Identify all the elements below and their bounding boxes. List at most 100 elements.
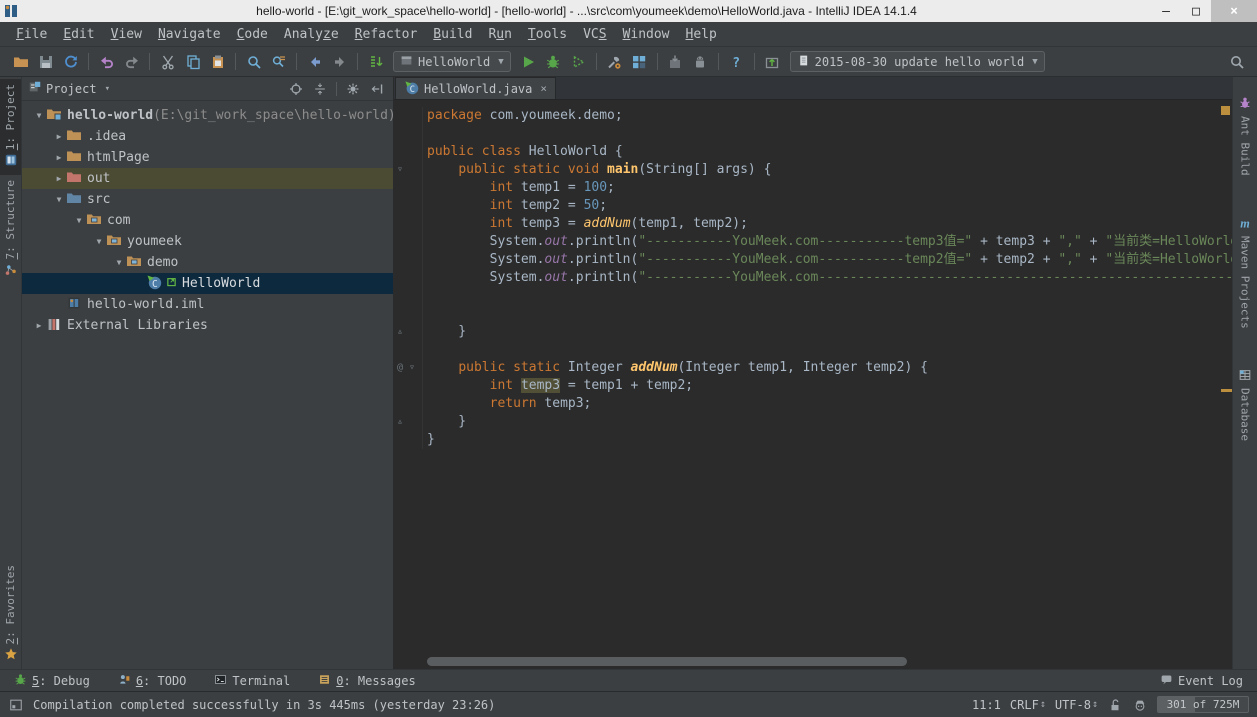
search-everywhere-icon[interactable] xyxy=(1224,49,1249,74)
tree-expanded-arrow[interactable]: ▼ xyxy=(112,258,126,267)
unlock-icon[interactable] xyxy=(1107,697,1123,713)
toolwindow-button-5-debug[interactable]: 5: Debug xyxy=(14,673,90,689)
tree-item-youmeek[interactable]: ▼youmeek xyxy=(22,231,393,252)
stripe-tab-7-structure[interactable]: 7: Structure xyxy=(0,175,21,284)
tree-item-src[interactable]: ▼src xyxy=(22,189,393,210)
editor-gutter[interactable] xyxy=(394,377,423,395)
tab-helloworld-java[interactable]: C HelloWorld.java × xyxy=(395,77,556,99)
editor-gutter[interactable] xyxy=(394,431,423,449)
tree-item-idea[interactable]: ▶.idea xyxy=(22,126,393,147)
project-panel-title[interactable]: Project xyxy=(46,82,97,96)
editor-gutter[interactable] xyxy=(394,107,423,125)
coverage-icon[interactable] xyxy=(566,49,591,74)
editor-gutter[interactable] xyxy=(394,287,423,305)
tree-item-external-libraries[interactable]: ▶External Libraries xyxy=(22,315,393,336)
android-icon[interactable] xyxy=(688,49,713,74)
run-icon[interactable] xyxy=(516,49,541,74)
caret-position-widget[interactable]: 11:1 xyxy=(972,698,1001,712)
stripe-tab-1-project[interactable]: 1: Project xyxy=(0,79,21,175)
horizontal-scrollbar[interactable] xyxy=(427,657,907,666)
menu-refactor[interactable]: Refactor xyxy=(347,24,426,45)
project-view-dropdown-icon[interactable]: ▾ xyxy=(105,84,110,94)
editor-gutter[interactable]: ▵ xyxy=(394,413,423,431)
forward-icon[interactable] xyxy=(327,49,352,74)
tree-item-hello-world[interactable]: ▼hello-world (E:\git_work_space\hello-wo… xyxy=(22,105,393,126)
save-icon[interactable] xyxy=(33,49,58,74)
editor-gutter[interactable] xyxy=(394,179,423,197)
tree-collapsed-arrow[interactable]: ▶ xyxy=(52,174,66,183)
stripe-tab-maven-projects[interactable]: mMaven Projects xyxy=(1233,211,1257,334)
find-icon[interactable] xyxy=(241,49,266,74)
stripe-tab-ant-build[interactable]: Ant Build xyxy=(1233,91,1257,181)
tree-expanded-arrow[interactable]: ▼ xyxy=(32,111,46,120)
vcs-update-icon[interactable] xyxy=(760,49,785,74)
replace-icon[interactable] xyxy=(266,49,291,74)
paste-icon[interactable] xyxy=(205,49,230,74)
editor-gutter[interactable] xyxy=(394,125,423,143)
editor-gutter[interactable] xyxy=(394,395,423,413)
install-icon[interactable] xyxy=(663,49,688,74)
event-log-button[interactable]: Event Log xyxy=(1160,673,1243,689)
tree-collapsed-arrow[interactable]: ▶ xyxy=(32,321,46,330)
error-stripe-mark[interactable] xyxy=(1221,106,1230,115)
close-button[interactable]: × xyxy=(1211,0,1257,22)
run-config-combo[interactable]: HelloWorld▼ xyxy=(393,51,511,72)
toolwindow-toggle-icon[interactable] xyxy=(8,697,24,713)
menu-analyze[interactable]: Analyze xyxy=(276,24,347,45)
tree-item-hello-world-iml[interactable]: hello-world.iml xyxy=(22,294,393,315)
editor-gutter[interactable] xyxy=(394,233,423,251)
tab-close-icon[interactable]: × xyxy=(540,82,547,95)
make-icon[interactable] xyxy=(363,49,388,74)
minimize-button[interactable]: – xyxy=(1151,0,1181,22)
editor-gutter[interactable] xyxy=(394,215,423,233)
copy-icon[interactable] xyxy=(180,49,205,74)
locate-icon[interactable] xyxy=(286,79,306,99)
tree-item-htmlpage[interactable]: ▶htmlPage xyxy=(22,147,393,168)
editor-gutter[interactable]: @ ▿ xyxy=(394,359,423,377)
menu-window[interactable]: Window xyxy=(615,24,678,45)
editor-gutter[interactable] xyxy=(394,341,423,359)
sync-icon[interactable] xyxy=(58,49,83,74)
menu-build[interactable]: Build xyxy=(425,24,480,45)
back-icon[interactable] xyxy=(302,49,327,74)
editor-gutter[interactable] xyxy=(394,143,423,161)
collapse-all-icon[interactable] xyxy=(310,79,330,99)
vcs-message-combo[interactable]: 2015-08-30 update hello world▼ xyxy=(790,51,1045,72)
settings-icon[interactable] xyxy=(602,49,627,74)
menu-help[interactable]: Help xyxy=(678,24,725,45)
memory-indicator[interactable]: 301 of 725M xyxy=(1157,696,1249,713)
highlight-stripe-mark[interactable] xyxy=(1221,389,1232,392)
editor-gutter[interactable] xyxy=(394,197,423,215)
project-structure-icon[interactable] xyxy=(627,49,652,74)
open-folder-icon[interactable] xyxy=(8,49,33,74)
menu-code[interactable]: Code xyxy=(229,24,276,45)
debug-icon[interactable] xyxy=(541,49,566,74)
stripe-tab-2-favorites[interactable]: 2: Favorites xyxy=(0,560,21,669)
gear-icon[interactable] xyxy=(343,79,363,99)
menu-run[interactable]: Run xyxy=(480,24,519,45)
editor-gutter[interactable]: ▿ xyxy=(394,161,423,179)
line-ending-widget[interactable]: CRLF↕ xyxy=(1010,698,1046,712)
menu-view[interactable]: View xyxy=(103,24,150,45)
toolwindow-button-terminal[interactable]: Terminal xyxy=(214,673,290,689)
toolwindow-button-6-todo[interactable]: 6: TODO xyxy=(118,673,187,689)
tree-collapsed-arrow[interactable]: ▶ xyxy=(52,132,66,141)
editor-gutter[interactable] xyxy=(394,305,423,323)
inspector-hector-icon[interactable] xyxy=(1132,697,1148,713)
tree-item-demo[interactable]: ▼demo xyxy=(22,252,393,273)
tree-expanded-arrow[interactable]: ▼ xyxy=(72,216,86,225)
toolwindow-button-0-messages[interactable]: 0: Messages xyxy=(318,673,415,689)
code-editor[interactable]: package com.youmeek.demo;public class He… xyxy=(394,100,1232,669)
tree-expanded-arrow[interactable]: ▼ xyxy=(52,195,66,204)
hide-panel-icon[interactable] xyxy=(367,79,387,99)
menu-tools[interactable]: Tools xyxy=(520,24,575,45)
redo-icon[interactable] xyxy=(119,49,144,74)
cut-icon[interactable] xyxy=(155,49,180,74)
maximize-button[interactable]: □ xyxy=(1181,0,1211,22)
menu-navigate[interactable]: Navigate xyxy=(150,24,229,45)
editor-gutter[interactable] xyxy=(394,251,423,269)
tree-item-out[interactable]: ▶out xyxy=(22,168,393,189)
tree-item-com[interactable]: ▼com xyxy=(22,210,393,231)
undo-icon[interactable] xyxy=(94,49,119,74)
help-icon[interactable]: ? xyxy=(724,49,749,74)
